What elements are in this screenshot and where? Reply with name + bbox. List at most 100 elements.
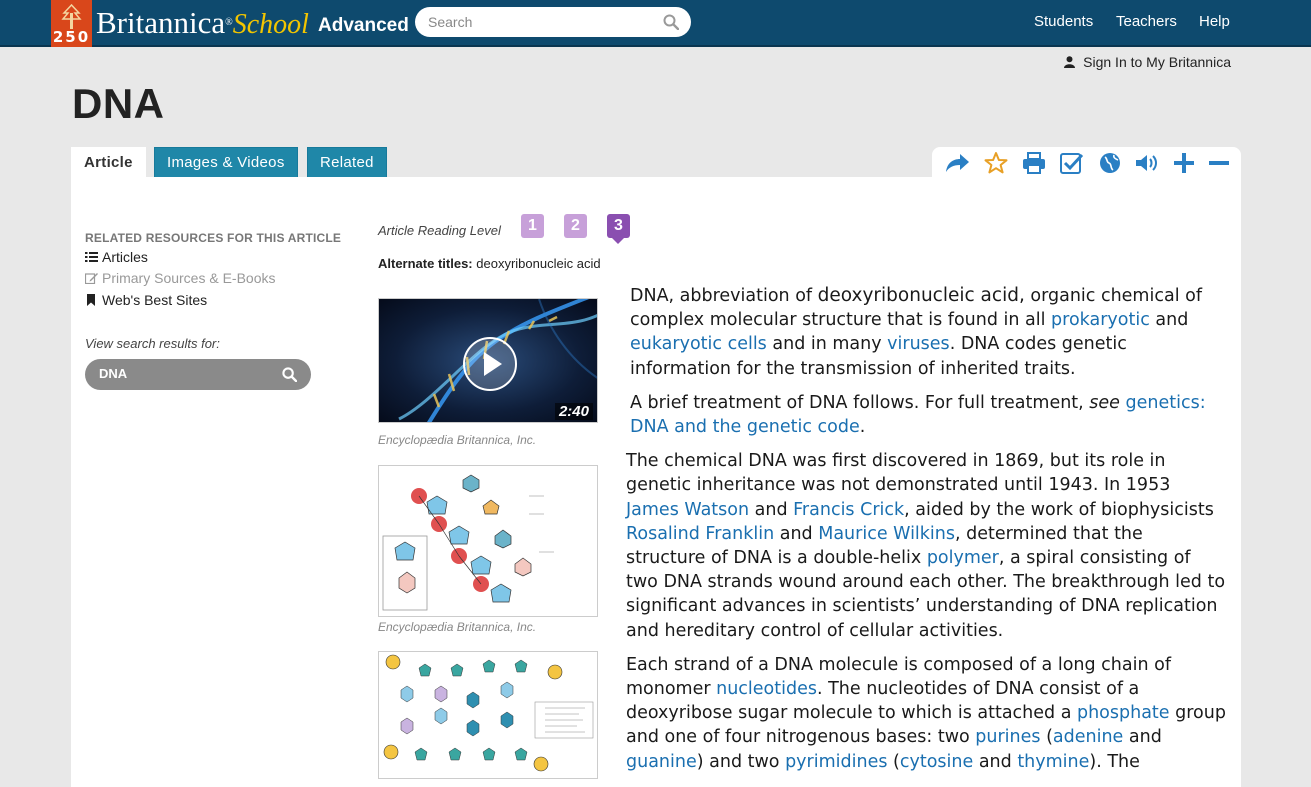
related-articles-link[interactable]: Articles bbox=[85, 249, 148, 265]
globe-icon bbox=[1100, 153, 1120, 173]
play-button[interactable] bbox=[463, 337, 517, 391]
dna-strand-diagram-image[interactable] bbox=[378, 651, 598, 779]
search-icon[interactable] bbox=[282, 367, 297, 382]
text-run: ). The bbox=[1089, 751, 1140, 772]
print-icon bbox=[1023, 152, 1045, 174]
alternate-titles-label: Alternate titles: bbox=[378, 256, 473, 271]
link-polymer[interactable]: polymer bbox=[927, 548, 999, 568]
webs-best-sites-label: Web's Best Sites bbox=[102, 292, 208, 308]
edition-label: Advanced bbox=[318, 15, 409, 36]
article-paragraph: DNA, abbreviation of deoxyribonucleic ac… bbox=[626, 284, 1226, 381]
text-run: and bbox=[774, 523, 819, 544]
translate-button[interactable] bbox=[1096, 151, 1124, 175]
text-run: and in many bbox=[766, 334, 888, 355]
tree-logo-icon bbox=[61, 3, 82, 29]
sidebar-search[interactable] bbox=[85, 359, 311, 390]
link-prokaryotic[interactable]: prokaryotic bbox=[1051, 310, 1150, 330]
link-eukaryotic-cells[interactable]: eukaryotic cells bbox=[630, 334, 767, 354]
text-run: . bbox=[859, 417, 866, 438]
text-run: , aided by the work of biophysicists bbox=[904, 499, 1214, 520]
article-toolbar bbox=[932, 147, 1241, 178]
star-icon bbox=[984, 152, 1008, 174]
reading-level-1[interactable]: 1 bbox=[521, 214, 544, 238]
primary-sources-label: Primary Sources & E-Books bbox=[102, 270, 276, 286]
link-maurice-wilkins[interactable]: Maurice Wilkins bbox=[818, 524, 955, 544]
header-search[interactable] bbox=[415, 7, 691, 37]
alternate-titles-value: deoxyribonucleic acid bbox=[476, 256, 601, 271]
article-paragraph: The chemical DNA was first discovered in… bbox=[626, 449, 1226, 643]
webs-best-sites-link[interactable]: Web's Best Sites bbox=[85, 292, 207, 308]
print-button[interactable] bbox=[1020, 151, 1048, 175]
search-input[interactable] bbox=[428, 13, 648, 31]
checklist-icon bbox=[1060, 153, 1084, 174]
link-adenine[interactable]: adenine bbox=[1053, 727, 1123, 747]
text-run: ) and two bbox=[696, 751, 786, 772]
nucleotide-structure-diagram bbox=[382, 474, 554, 611]
tab-images-videos[interactable]: Images & Videos bbox=[154, 147, 298, 177]
tab-related[interactable]: Related bbox=[307, 147, 387, 177]
logo-number: 250 bbox=[52, 28, 91, 46]
link-nucleotides[interactable]: nucleotides bbox=[716, 679, 817, 699]
nav-teachers[interactable]: Teachers bbox=[1116, 13, 1177, 30]
list-icon bbox=[85, 252, 98, 262]
media-caption: Encyclopædia Britannica, Inc. bbox=[378, 620, 537, 634]
sign-in-link[interactable]: Sign In to My Britannica bbox=[1064, 54, 1231, 70]
related-resources-title: RELATED RESOURCES FOR THIS ARTICLE bbox=[85, 231, 342, 245]
reading-level-2[interactable]: 2 bbox=[564, 214, 587, 238]
reading-level-3[interactable]: 3 bbox=[607, 214, 630, 244]
text-run: and bbox=[1149, 310, 1189, 331]
edit-icon bbox=[85, 273, 98, 284]
brand-school: School bbox=[232, 9, 309, 40]
page-title: DNA bbox=[72, 80, 165, 127]
sign-in-label: Sign In to My Britannica bbox=[1083, 54, 1231, 70]
dna-video-thumbnail[interactable]: 2:40 bbox=[378, 298, 598, 423]
bookmark-icon bbox=[87, 294, 95, 306]
zoom-in-button[interactable] bbox=[1170, 151, 1198, 175]
read-aloud-button[interactable] bbox=[1133, 151, 1161, 175]
user-icon bbox=[1064, 56, 1076, 68]
favorite-button[interactable] bbox=[982, 151, 1010, 175]
link-pyrimidines[interactable]: pyrimidines bbox=[785, 752, 887, 772]
text-run: and bbox=[749, 499, 794, 520]
zoom-out-icon bbox=[1209, 161, 1229, 165]
cite-button[interactable] bbox=[1058, 151, 1086, 175]
article-paragraph: A brief treatment of DNA follows. For fu… bbox=[626, 391, 1226, 439]
link-purines[interactable]: purines bbox=[975, 727, 1040, 747]
article-paragraph: Each strand of a DNA molecule is compose… bbox=[626, 653, 1226, 774]
nucleotide-diagram-image[interactable] bbox=[378, 465, 598, 617]
link-guanine[interactable]: guanine bbox=[626, 752, 697, 772]
dna-strand-diagram bbox=[383, 654, 594, 772]
top-header: 250 Britannica®School Advanced Students … bbox=[0, 0, 1311, 47]
zoom-in-icon bbox=[1174, 153, 1194, 173]
text-run: The chemical DNA was first discovered in… bbox=[626, 451, 1171, 496]
link-phosphate[interactable]: phosphate bbox=[1077, 703, 1170, 723]
brand-main: Britannica bbox=[96, 5, 226, 40]
zoom-out-button[interactable] bbox=[1205, 151, 1233, 175]
play-icon bbox=[484, 352, 502, 376]
share-button[interactable] bbox=[943, 151, 971, 175]
video-duration: 2:40 bbox=[554, 403, 593, 420]
britannica-250-logo[interactable]: 250 bbox=[51, 0, 92, 47]
tab-article[interactable]: Article bbox=[71, 147, 146, 178]
sidebar-search-input[interactable] bbox=[99, 366, 269, 381]
related-articles-label: Articles bbox=[102, 249, 148, 265]
link-james-watson[interactable]: James Watson bbox=[626, 500, 749, 520]
link-cytosine[interactable]: cytosine bbox=[900, 752, 973, 772]
text-run: ( bbox=[1040, 727, 1053, 748]
text-run: deoxyribonucleic acid, bbox=[817, 285, 1025, 306]
link-viruses[interactable]: viruses bbox=[887, 334, 950, 354]
article-body: DNA, abbreviation of deoxyribonucleic ac… bbox=[626, 284, 1226, 784]
search-icon[interactable] bbox=[663, 14, 679, 30]
link-thymine[interactable]: thymine bbox=[1017, 752, 1089, 772]
link-rosalind-franklin[interactable]: Rosalind Franklin bbox=[626, 524, 774, 544]
text-run: ( bbox=[887, 751, 900, 772]
brand-wordmark[interactable]: Britannica®School bbox=[96, 4, 309, 44]
media-caption: Encyclopædia Britannica, Inc. bbox=[378, 433, 537, 447]
nav-help[interactable]: Help bbox=[1199, 13, 1230, 30]
nav-students[interactable]: Students bbox=[1034, 13, 1093, 30]
primary-sources-link[interactable]: Primary Sources & E-Books bbox=[85, 270, 276, 286]
link-francis-crick[interactable]: Francis Crick bbox=[793, 500, 904, 520]
audio-icon bbox=[1136, 155, 1157, 171]
article-panel: RELATED RESOURCES FOR THIS ARTICLE Artic… bbox=[71, 177, 1241, 787]
alternate-titles: Alternate titles: deoxyribonucleic acid bbox=[378, 256, 601, 271]
